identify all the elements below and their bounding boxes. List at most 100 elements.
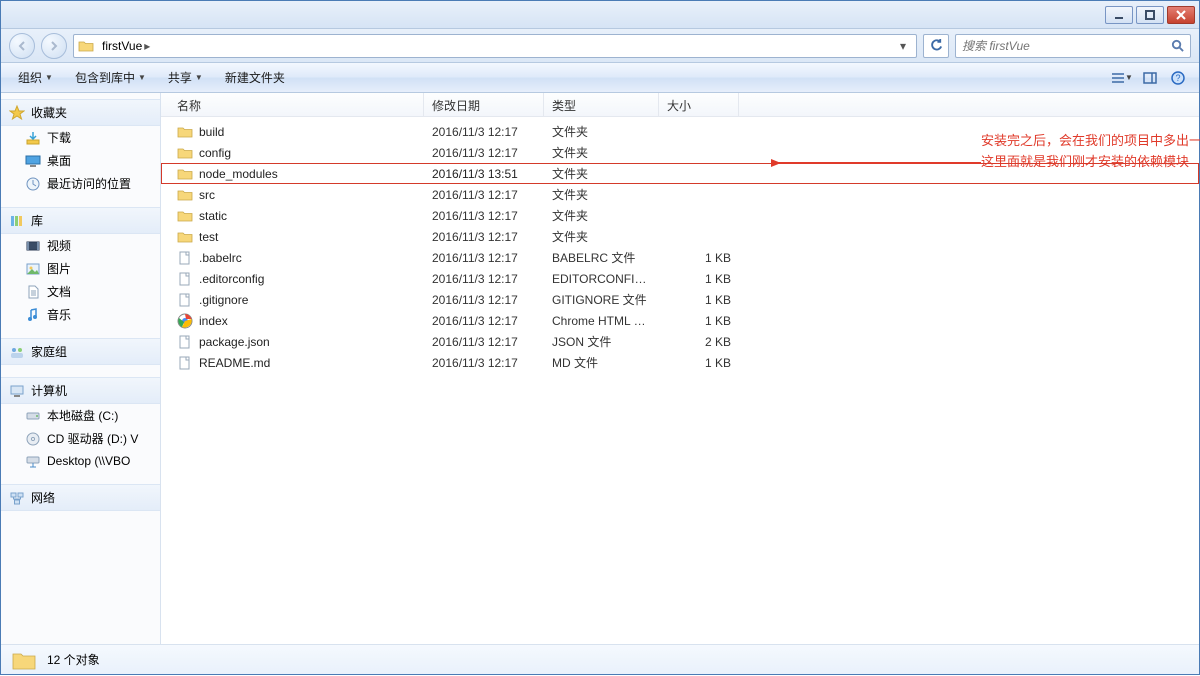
videos-icon bbox=[25, 238, 41, 254]
folder-icon bbox=[177, 229, 193, 245]
sidebar-libraries-header[interactable]: 库 bbox=[1, 207, 160, 234]
sidebar-item-desktop[interactable]: 桌面 bbox=[1, 149, 160, 172]
table-row[interactable]: static2016/11/3 12:17文件夹 bbox=[161, 205, 1199, 226]
column-date[interactable]: 修改日期 bbox=[424, 93, 544, 116]
new-folder-button[interactable]: 新建文件夹 bbox=[216, 65, 294, 90]
sidebar-item-recent[interactable]: 最近访问的位置 bbox=[1, 172, 160, 195]
search-input[interactable] bbox=[962, 39, 1171, 53]
table-row[interactable]: test2016/11/3 12:17文件夹 bbox=[161, 226, 1199, 247]
annotation-text: 安装完之后，会在我们的项目中多出一个文件夹， 这里面就是我们刚才安装的依赖模块 bbox=[981, 131, 1200, 173]
table-row[interactable]: .gitignore2016/11/3 12:17GITIGNORE 文件1 K… bbox=[161, 289, 1199, 310]
favorites-label: 收藏夹 bbox=[31, 104, 67, 121]
file-name: build bbox=[199, 125, 224, 139]
breadcrumb-item[interactable]: firstVue ▸ bbox=[98, 37, 154, 55]
preview-pane-button[interactable] bbox=[1137, 67, 1163, 89]
view-mode-button[interactable]: ▼ bbox=[1109, 67, 1135, 89]
recent-label: 最近访问的位置 bbox=[47, 175, 131, 192]
file-name: .editorconfig bbox=[199, 272, 264, 286]
svg-text:?: ? bbox=[1175, 73, 1180, 83]
sidebar-item-videos[interactable]: 视频 bbox=[1, 234, 160, 257]
folder-icon bbox=[177, 208, 193, 224]
sidebar-favorites-header[interactable]: 收藏夹 bbox=[1, 99, 160, 126]
libraries-label: 库 bbox=[31, 212, 43, 229]
file-icon bbox=[177, 334, 193, 350]
file-name: index bbox=[199, 314, 228, 328]
nav-back-button[interactable] bbox=[9, 33, 35, 59]
main-area: 收藏夹 下载 桌面 最近访问的位置 库 视频 图片 文档 音乐 家庭组 计算机 … bbox=[1, 93, 1199, 644]
file-date: 2016/11/3 12:17 bbox=[424, 188, 544, 202]
table-row[interactable]: index 2016/11/3 12:17Chrome HTML D...1 KB bbox=[161, 310, 1199, 331]
sidebar-item-documents[interactable]: 文档 bbox=[1, 280, 160, 303]
table-row[interactable]: .babelrc2016/11/3 12:17BABELRC 文件1 KB bbox=[161, 247, 1199, 268]
search-box[interactable] bbox=[955, 34, 1191, 58]
column-type[interactable]: 类型 bbox=[544, 93, 659, 116]
file-type: Chrome HTML D... bbox=[544, 314, 659, 328]
drive-c-label: 本地磁盘 (C:) bbox=[47, 407, 118, 424]
downloads-icon bbox=[25, 130, 41, 146]
sidebar-homegroup-header[interactable]: 家庭组 bbox=[1, 338, 160, 365]
file-date: 2016/11/3 12:17 bbox=[424, 356, 544, 370]
table-row[interactable]: README.md2016/11/3 12:17MD 文件1 KB bbox=[161, 352, 1199, 373]
sidebar-item-pictures[interactable]: 图片 bbox=[1, 257, 160, 280]
sidebar-item-drive-d[interactable]: CD 驱动器 (D:) V bbox=[1, 427, 160, 450]
file-size: 2 KB bbox=[659, 335, 739, 349]
share-button[interactable]: 共享▼ bbox=[159, 65, 212, 90]
table-row[interactable]: .editorconfig2016/11/3 12:17EDITORCONFIG… bbox=[161, 268, 1199, 289]
table-row[interactable]: package.json2016/11/3 12:17JSON 文件2 KB bbox=[161, 331, 1199, 352]
sidebar: 收藏夹 下载 桌面 最近访问的位置 库 视频 图片 文档 音乐 家庭组 计算机 … bbox=[1, 93, 161, 644]
include-label: 包含到库中 bbox=[75, 69, 135, 86]
file-date: 2016/11/3 13:51 bbox=[424, 167, 544, 181]
newfolder-label: 新建文件夹 bbox=[225, 69, 285, 86]
column-size[interactable]: 大小 bbox=[659, 93, 739, 116]
sidebar-item-downloads[interactable]: 下载 bbox=[1, 126, 160, 149]
help-button[interactable]: ? bbox=[1165, 67, 1191, 89]
column-name[interactable]: 名称 bbox=[169, 93, 424, 116]
file-type: JSON 文件 bbox=[544, 333, 659, 350]
folder-icon bbox=[177, 124, 193, 140]
sidebar-item-drive-c[interactable]: 本地磁盘 (C:) bbox=[1, 404, 160, 427]
maximize-button[interactable] bbox=[1136, 6, 1164, 24]
include-in-library-button[interactable]: 包含到库中▼ bbox=[66, 65, 155, 90]
file-date: 2016/11/3 12:17 bbox=[424, 272, 544, 286]
file-name: package.json bbox=[199, 335, 270, 349]
sidebar-computer-header[interactable]: 计算机 bbox=[1, 377, 160, 404]
close-button[interactable] bbox=[1167, 6, 1195, 24]
sidebar-item-music[interactable]: 音乐 bbox=[1, 303, 160, 326]
refresh-button[interactable] bbox=[923, 34, 949, 58]
file-size: 1 KB bbox=[659, 356, 739, 370]
file-name: src bbox=[199, 188, 215, 202]
file-type: 文件夹 bbox=[544, 228, 659, 245]
computer-label: 计算机 bbox=[31, 382, 67, 399]
minimize-button[interactable] bbox=[1105, 6, 1133, 24]
file-size: 1 KB bbox=[659, 314, 739, 328]
file-name: config bbox=[199, 146, 231, 160]
file-icon bbox=[177, 250, 193, 266]
pictures-label: 图片 bbox=[47, 260, 71, 277]
organize-label: 组织 bbox=[18, 69, 42, 86]
file-date: 2016/11/3 12:17 bbox=[424, 146, 544, 160]
file-type: GITIGNORE 文件 bbox=[544, 291, 659, 308]
view-buttons: ▼ ? bbox=[1109, 67, 1191, 89]
table-row[interactable]: src2016/11/3 12:17文件夹 bbox=[161, 184, 1199, 205]
status-count: 12 个对象 bbox=[47, 651, 100, 668]
sidebar-item-network-drive[interactable]: Desktop (\\VBO bbox=[1, 450, 160, 472]
desktop-label: 桌面 bbox=[47, 152, 71, 169]
file-name: node_modules bbox=[199, 167, 278, 181]
annotation-line2: 这里面就是我们刚才安装的依赖模块 bbox=[981, 152, 1200, 173]
network-label: 网络 bbox=[31, 489, 55, 506]
file-type: 文件夹 bbox=[544, 123, 659, 140]
file-size: 1 KB bbox=[659, 251, 739, 265]
address-dropdown-button[interactable]: ▾ bbox=[894, 37, 912, 55]
file-date: 2016/11/3 12:17 bbox=[424, 314, 544, 328]
toolbar: 组织▼ 包含到库中▼ 共享▼ 新建文件夹 ▼ ? bbox=[1, 63, 1199, 93]
downloads-label: 下载 bbox=[47, 129, 71, 146]
nav-forward-button[interactable] bbox=[41, 33, 67, 59]
network-icon bbox=[9, 490, 25, 506]
network-drive-icon bbox=[25, 453, 41, 469]
organize-button[interactable]: 组织▼ bbox=[9, 65, 62, 90]
status-bar: 12 个对象 bbox=[1, 644, 1199, 674]
sidebar-network-header[interactable]: 网络 bbox=[1, 484, 160, 511]
chevron-right-icon: ▸ bbox=[144, 39, 150, 53]
file-date: 2016/11/3 12:17 bbox=[424, 293, 544, 307]
address-bar[interactable]: firstVue ▸ ▾ bbox=[73, 34, 917, 58]
